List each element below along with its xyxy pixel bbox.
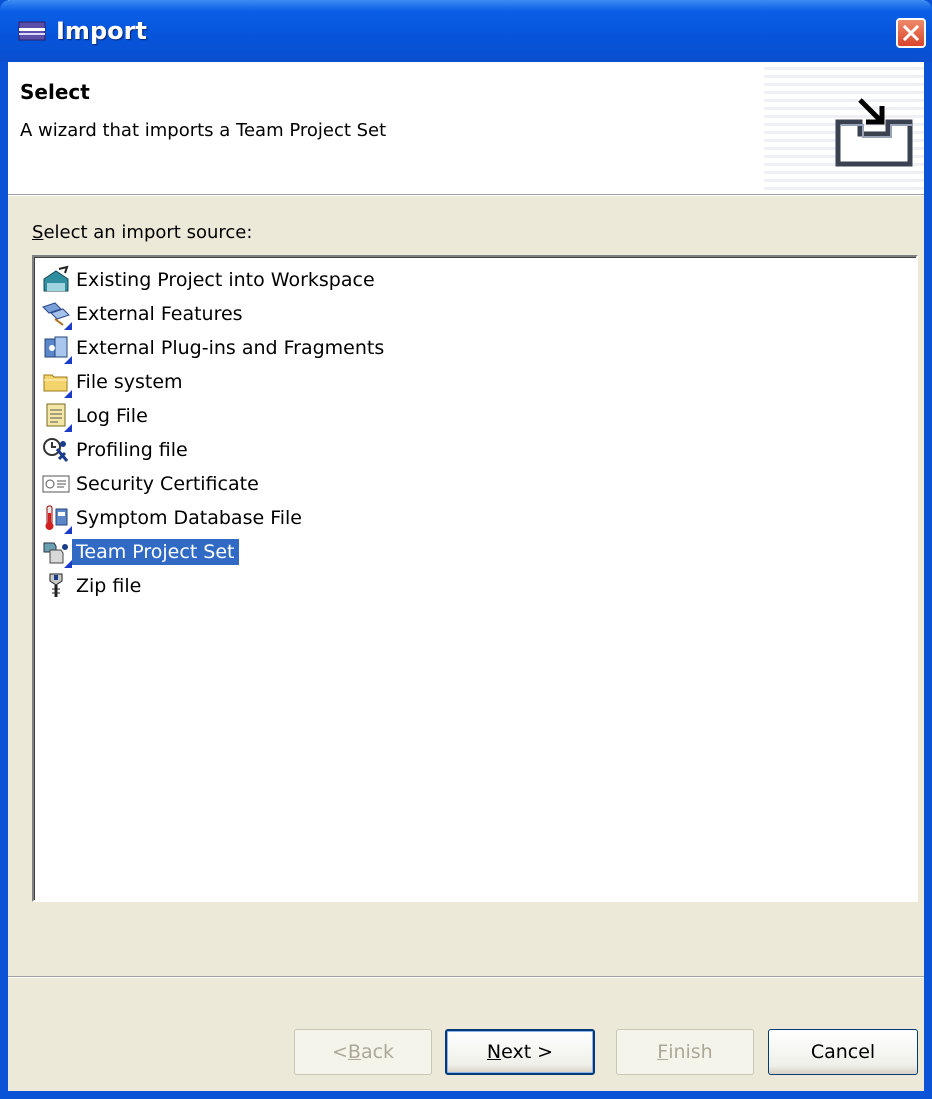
back-button[interactable]: < Back — [294, 1029, 432, 1075]
list-item[interactable]: Profiling file — [40, 434, 192, 466]
list-item[interactable]: Zip file — [40, 570, 145, 602]
import-source-label: Select an import source: — [32, 222, 253, 243]
list-item[interactable]: External Plug-ins and Fragments — [40, 332, 388, 364]
tree-item-label: Existing Project into Workspace — [76, 269, 375, 291]
list-item[interactable]: Existing Project into Workspace — [40, 264, 379, 296]
tree-item-label: Zip file — [76, 575, 142, 597]
wizard-header: Select A wizard that imports a Team Proj… — [8, 62, 924, 195]
list-item[interactable]: Security Certificate — [40, 468, 263, 500]
team-project-icon — [40, 536, 72, 568]
tree-item-label: Team Project Set — [71, 538, 240, 566]
features-icon — [40, 298, 72, 330]
tree-item-label: Security Certificate — [76, 473, 259, 495]
log-file-icon — [40, 400, 72, 432]
title-bar[interactable]: Import — [0, 0, 932, 62]
folder-icon — [40, 366, 72, 398]
import-wizard-icon — [835, 98, 913, 167]
symptom-db-icon — [40, 502, 72, 534]
page-description: A wizard that imports a Team Project Set — [20, 120, 387, 141]
tree-item-label: Log File — [76, 405, 148, 427]
close-icon — [902, 24, 920, 42]
list-item[interactable]: External Features — [40, 298, 247, 330]
list-item[interactable]: Symptom Database File — [40, 502, 306, 534]
list-item[interactable]: File system — [40, 366, 187, 398]
tree-item-label: Profiling file — [76, 439, 188, 461]
cancel-button[interactable]: Cancel — [768, 1029, 918, 1075]
close-button[interactable] — [896, 18, 926, 48]
finish-button[interactable]: Finish — [616, 1029, 754, 1075]
window-title: Import — [56, 17, 147, 45]
project-icon — [40, 264, 72, 296]
certificate-icon — [40, 468, 72, 500]
profiling-icon — [40, 434, 72, 466]
zip-icon — [40, 570, 72, 602]
tree-item-label: Symptom Database File — [76, 507, 302, 529]
tree-item-label: File system — [76, 371, 183, 393]
tree-item-label: External Features — [76, 303, 243, 325]
page-title: Select — [20, 80, 90, 104]
plugin-icon — [40, 332, 72, 364]
next-button[interactable]: Next > — [445, 1029, 595, 1075]
tree-item-label: External Plug-ins and Fragments — [76, 337, 385, 359]
import-dialog: Import Select A wizard that imports a Te… — [0, 0, 932, 1099]
list-item[interactable]: Team Project Set — [40, 536, 240, 568]
eclipse-icon — [18, 21, 46, 41]
list-item[interactable]: Log File — [40, 400, 152, 432]
import-source-tree[interactable]: Existing Project into Workspace External… — [32, 255, 918, 902]
